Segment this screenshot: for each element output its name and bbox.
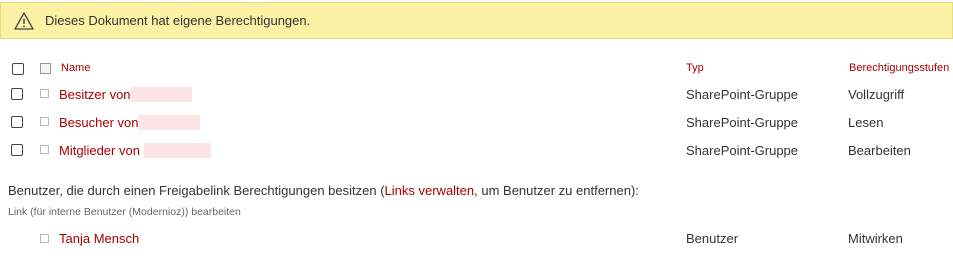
row-type: SharePoint-Gruppe <box>686 143 799 158</box>
user-icon <box>40 234 49 243</box>
sharing-link-note: Benutzer, die durch einen Freigabelink B… <box>8 183 639 198</box>
header-item-icon <box>40 63 51 74</box>
user-type: Benutzer <box>686 231 739 246</box>
column-header-name[interactable]: Name <box>61 62 90 74</box>
banner-message: Dieses Dokument hat eigene Berechtigunge… <box>45 13 311 28</box>
manage-links-link[interactable]: Links verwalten <box>385 183 475 198</box>
sharing-note-text-end: , um Benutzer zu entfernen): <box>474 183 639 198</box>
group-link-members[interactable]: Mitglieder von <box>59 143 140 158</box>
column-header-level[interactable]: Berechtigungsstufen <box>849 62 949 74</box>
redacted-site-name <box>131 87 192 102</box>
redacted-site-name <box>138 115 200 130</box>
row-checkbox[interactable] <box>11 144 23 156</box>
redacted-site-name <box>144 143 211 158</box>
group-icon <box>40 145 49 154</box>
row-type: SharePoint-Gruppe <box>686 87 799 102</box>
group-link-owners[interactable]: Besitzer von <box>59 87 131 102</box>
user-link[interactable]: Tanja Mensch <box>59 231 139 246</box>
warning-icon <box>14 12 34 30</box>
group-link-visitors[interactable]: Besucher von <box>59 115 139 130</box>
column-header-type[interactable]: Typ <box>686 62 704 74</box>
group-icon <box>40 89 49 98</box>
row-checkbox[interactable] <box>11 88 23 100</box>
group-icon <box>40 117 49 126</box>
row-permission-level: Vollzugriff <box>848 87 905 102</box>
row-permission-level: Bearbeiten <box>848 143 911 158</box>
sharing-note-text: Benutzer, die durch einen Freigabelink B… <box>8 183 385 198</box>
user-permission-level: Mitwirken <box>848 231 903 246</box>
row-checkbox[interactable] <box>11 116 23 128</box>
permissions-warning-banner: Dieses Dokument hat eigene Berechtigunge… <box>0 2 953 39</box>
select-all-checkbox[interactable] <box>12 63 24 75</box>
sharing-link-description: Link (für interne Benutzer (Modernioz)) … <box>8 206 241 218</box>
row-permission-level: Lesen <box>848 115 884 130</box>
row-type: SharePoint-Gruppe <box>686 115 799 130</box>
